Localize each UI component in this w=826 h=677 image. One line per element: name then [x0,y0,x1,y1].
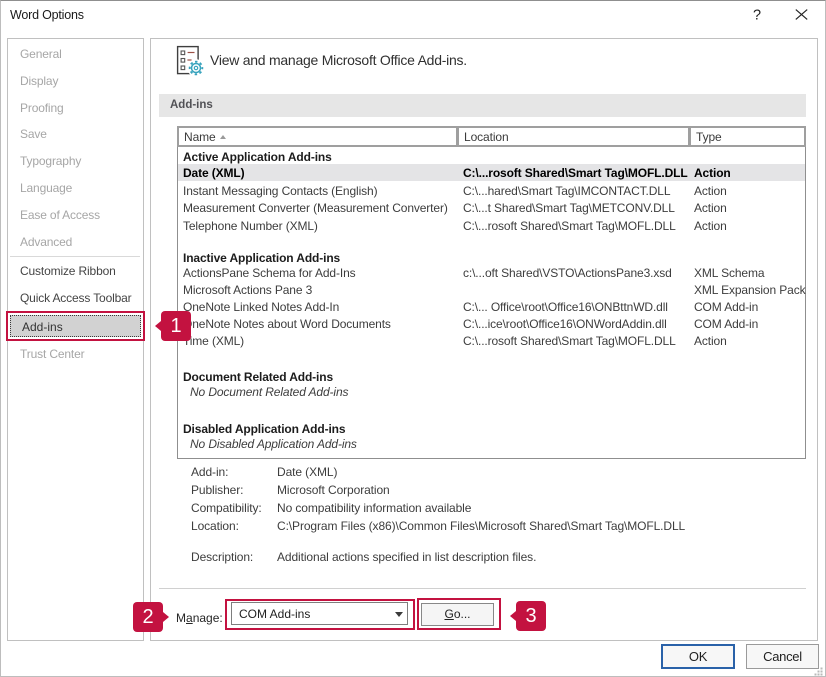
svg-text:?: ? [753,8,761,24]
